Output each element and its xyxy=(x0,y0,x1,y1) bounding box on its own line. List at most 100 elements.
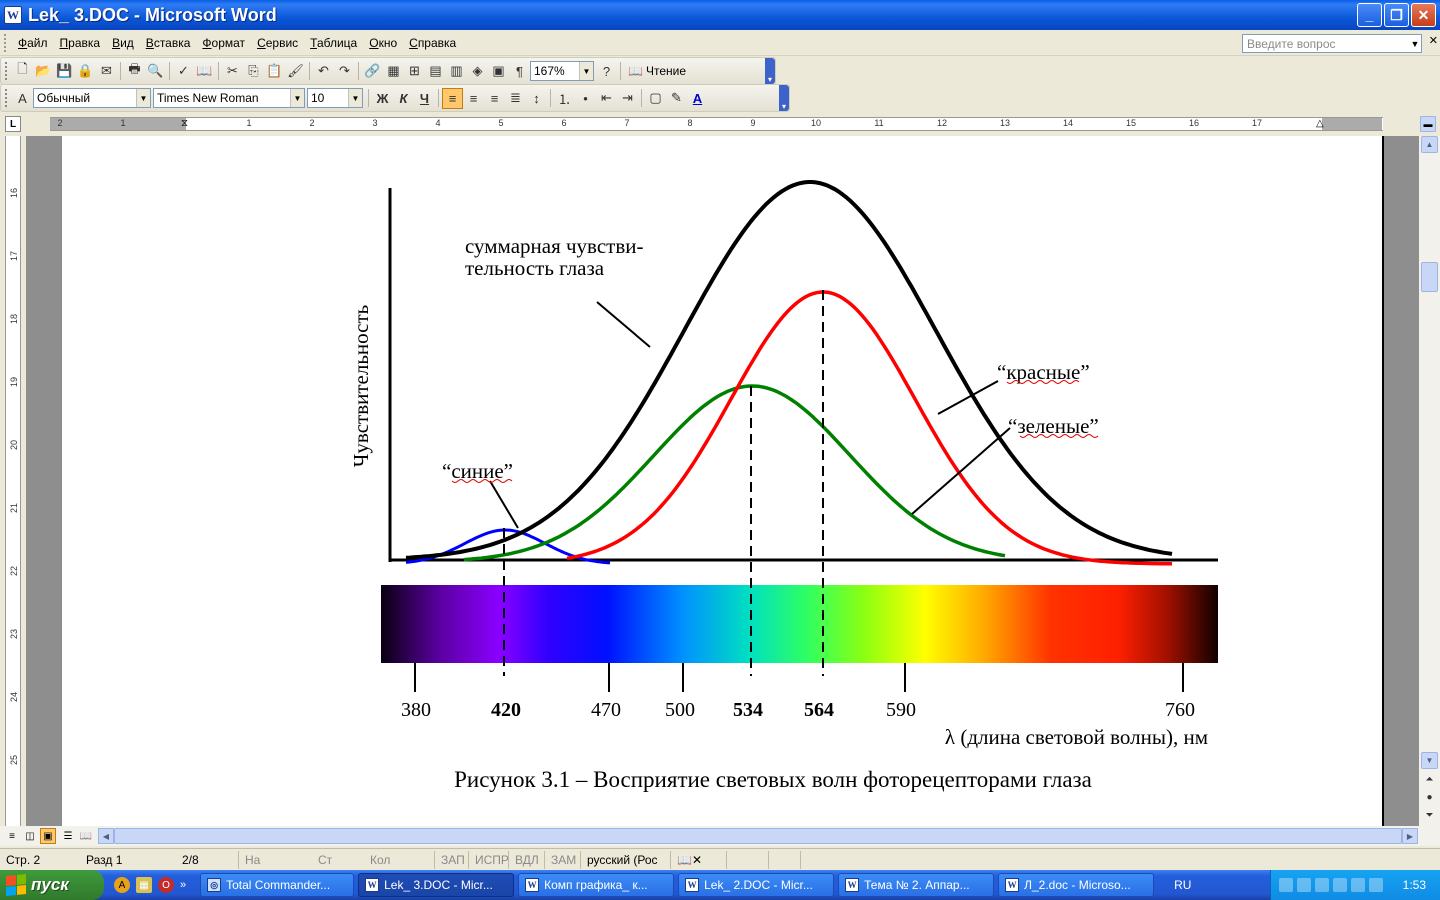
font-size-select[interactable]: 10 ▼ xyxy=(307,88,363,108)
restore-button[interactable]: ❐ xyxy=(1384,3,1409,27)
horizontal-scroll-thumb[interactable] xyxy=(114,828,1402,844)
document-page[interactable]: 380 420 470 500 534 564 590 760 λ (длина… xyxy=(62,136,1384,826)
minimize-button[interactable]: _ xyxy=(1357,3,1382,27)
quicklaunch-app-icon[interactable]: A xyxy=(114,877,130,893)
status-track-changes[interactable]: ИСПР xyxy=(468,850,508,869)
scroll-left-icon[interactable]: ◀ xyxy=(98,828,114,844)
font-dropdown-icon[interactable]: ▼ xyxy=(290,89,304,107)
highlight-icon[interactable]: ✎ xyxy=(666,88,687,109)
document-map-icon[interactable]: ▣ xyxy=(488,61,509,82)
vertical-scroll-thumb[interactable] xyxy=(1421,262,1438,292)
right-indent-marker[interactable]: △ xyxy=(1316,118,1326,129)
zoom-dropdown-icon[interactable]: ▼ xyxy=(579,62,593,80)
status-overtype[interactable]: ЗАМ xyxy=(544,850,580,869)
research-icon[interactable]: 📖 xyxy=(194,61,215,82)
status-extend[interactable]: ВДЛ xyxy=(508,850,544,869)
underline-icon[interactable]: Ч xyxy=(414,88,435,109)
redo-icon[interactable]: ↷ xyxy=(334,61,355,82)
vertical-scrollbar[interactable]: ▲ ▼ ⏶ ● ⏷ xyxy=(1419,136,1440,826)
first-line-indent-marker[interactable]: ⧖ xyxy=(181,118,191,129)
tray-safely-remove-icon[interactable] xyxy=(1351,878,1365,892)
previous-page-icon[interactable]: ⏶ xyxy=(1421,772,1438,786)
opera-icon[interactable]: O xyxy=(158,877,174,893)
font-select[interactable]: Times New Roman ▼ xyxy=(153,88,305,108)
help-icon[interactable]: ? xyxy=(596,61,617,82)
scroll-right-icon[interactable]: ▶ xyxy=(1402,828,1418,844)
spelling-status-icon[interactable]: 📖✕ xyxy=(670,850,726,869)
quicklaunch-expand-icon[interactable]: » xyxy=(180,879,186,891)
border-icon[interactable]: ▢ xyxy=(645,88,666,109)
start-button[interactable]: пуск xyxy=(0,870,104,900)
menu-help[interactable]: Справка xyxy=(405,34,464,52)
menu-edit[interactable]: Правка xyxy=(56,34,109,52)
menu-view[interactable]: Вид xyxy=(108,34,142,52)
justify-icon[interactable]: ≣ xyxy=(505,88,526,109)
insert-excel-icon[interactable]: ▤ xyxy=(425,61,446,82)
save-icon[interactable]: 💾 xyxy=(54,61,75,82)
tables-borders-icon[interactable]: ▦ xyxy=(383,61,404,82)
copy-icon[interactable]: ⎘ xyxy=(243,61,264,82)
zoom-select[interactable]: 167% ▼ xyxy=(530,61,594,81)
help-search-input[interactable]: Введите вопрос xyxy=(1242,34,1422,53)
undo-icon[interactable]: ↶ xyxy=(313,61,334,82)
word-doc-icon[interactable]: W xyxy=(4,6,22,24)
status-record[interactable]: ЗАП xyxy=(434,850,468,869)
style-select[interactable]: Обычный ▼ xyxy=(33,88,151,108)
taskbar-item-l2[interactable]: W Л_2.doc - Microso... xyxy=(998,873,1155,897)
taskbar-item-komp-grafika[interactable]: W Комп графика_ к... xyxy=(518,873,675,897)
taskbar-item-lek3[interactable]: W Lek_ 3.DOC - Micr... xyxy=(358,873,515,897)
cut-icon[interactable]: ✂ xyxy=(222,61,243,82)
show-hide-icon[interactable]: ¶ xyxy=(509,61,530,82)
reading-layout-icon[interactable]: 📖 xyxy=(78,828,94,844)
columns-icon[interactable]: ▥ xyxy=(446,61,467,82)
show-desktop-icon[interactable]: ▦ xyxy=(136,877,152,893)
print-icon[interactable]: 🖶 xyxy=(124,61,145,82)
menu-format[interactable]: Формат xyxy=(198,34,253,52)
close-button[interactable]: ✕ xyxy=(1411,3,1436,27)
clock[interactable]: 1:53 xyxy=(1403,878,1426,892)
next-page-icon[interactable]: ⏷ xyxy=(1421,808,1438,822)
toolbar-grip[interactable] xyxy=(5,62,8,80)
increase-indent-icon[interactable]: ⇥ xyxy=(617,88,638,109)
drawing-icon[interactable]: ◈ xyxy=(467,61,488,82)
menu-tools[interactable]: Сервис xyxy=(253,34,306,52)
permission-icon[interactable]: 🔒 xyxy=(75,61,96,82)
normal-view-icon[interactable]: ≡ xyxy=(4,828,20,844)
styles-icon[interactable]: A xyxy=(12,88,33,109)
horizontal-ruler[interactable]: 2 1 ⧖ 1 2 3 4 5 6 7 8 9 10 11 12 13 14 1… xyxy=(50,117,1383,131)
menu-window[interactable]: Окно xyxy=(365,34,405,52)
menu-insert[interactable]: Вставка xyxy=(142,34,199,52)
numbering-icon[interactable]: ⒈ xyxy=(554,88,575,109)
bullets-icon[interactable]: • xyxy=(575,88,596,109)
bold-icon[interactable]: Ж xyxy=(372,88,393,109)
volume-icon[interactable] xyxy=(1315,878,1329,892)
spelling-icon[interactable]: ✓ xyxy=(173,61,194,82)
print-layout-icon[interactable]: ▣ xyxy=(40,828,56,844)
tray-update-icon[interactable] xyxy=(1369,878,1383,892)
insert-table-icon[interactable]: ⊞ xyxy=(404,61,425,82)
menu-grip[interactable] xyxy=(4,33,8,52)
horizontal-scrollbar[interactable]: ◀ ▶ xyxy=(98,828,1418,844)
scroll-up-icon[interactable]: ▲ xyxy=(1421,136,1438,153)
tray-antivirus-icon[interactable] xyxy=(1333,878,1347,892)
web-layout-icon[interactable]: ◫ xyxy=(22,828,38,844)
status-language[interactable]: русский (Рос xyxy=(580,850,670,869)
toolbar-grip[interactable] xyxy=(5,89,8,107)
toolbar-options-icon[interactable]: ▾ xyxy=(765,58,775,84)
outline-view-icon[interactable]: ☰ xyxy=(60,828,76,844)
reading-button[interactable]: 📖 Чтение xyxy=(624,64,690,78)
taskbar-item-lek2[interactable]: W Lek_ 2.DOC - Micr... xyxy=(678,873,835,897)
tray-app-icon[interactable] xyxy=(1279,878,1293,892)
line-spacing-icon[interactable]: ↕ xyxy=(526,88,547,109)
taskbar-item-tema2[interactable]: W Тема № 2. Аппар... xyxy=(838,873,995,897)
align-left-icon[interactable]: ≡ xyxy=(442,87,463,109)
menu-table[interactable]: Таблица xyxy=(306,34,365,52)
tray-network-icon[interactable] xyxy=(1297,878,1311,892)
font-color-icon[interactable]: A xyxy=(687,88,708,109)
taskbar-item-total-commander[interactable]: ◎ Total Commander... xyxy=(200,873,355,897)
split-box[interactable]: ▬ xyxy=(1420,116,1436,132)
select-browse-object-icon[interactable]: ● xyxy=(1421,790,1438,804)
email-icon[interactable]: ✉ xyxy=(96,61,117,82)
align-right-icon[interactable]: ≡ xyxy=(484,88,505,109)
tab-selector[interactable]: L xyxy=(5,116,21,132)
